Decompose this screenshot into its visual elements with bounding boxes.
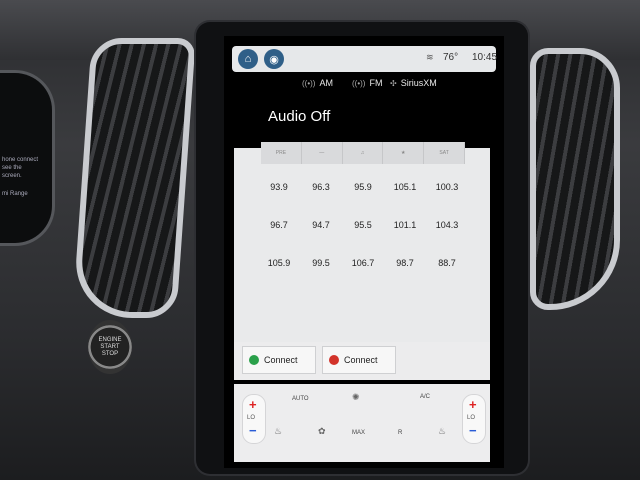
cluster-text: mi Range (2, 191, 28, 197)
plus-icon[interactable]: + (249, 397, 257, 412)
preset-station-button[interactable]: 98.7 (384, 252, 426, 274)
preset-station-button[interactable]: 88.7 (426, 252, 468, 274)
left-air-vent (72, 38, 196, 318)
radio-signal-icon: ((•)) (302, 78, 316, 88)
engine-label: ENGINE (98, 336, 122, 343)
preset-station-button[interactable]: 99.5 (300, 252, 342, 274)
source-label: SiriusXM (400, 78, 437, 88)
preset-station-button[interactable]: 96.7 (258, 214, 300, 236)
source-fm-button[interactable]: ((•)) FM (352, 78, 382, 88)
preset-station-button[interactable]: 105.9 (258, 252, 300, 274)
preset-tab[interactable]: SAT (424, 142, 465, 164)
connect-label: Connect (344, 355, 378, 365)
apps-button[interactable]: ◉ (264, 49, 284, 69)
preset-tab[interactable]: PRE (261, 142, 302, 164)
home-icon: ⌂ (244, 53, 252, 65)
source-label: AM (319, 78, 333, 88)
preset-tabs: PRE — ♫ ★ SAT (261, 142, 465, 164)
driver-temp-control[interactable]: + LO − (242, 394, 266, 444)
preset-tab[interactable]: — (302, 142, 343, 164)
minus-icon[interactable]: − (249, 423, 257, 438)
preset-tab[interactable]: ★ (383, 142, 425, 164)
heated-seat-icon[interactable]: ♨ (438, 426, 446, 437)
fan-direction-icon[interactable]: ✺ (352, 392, 360, 403)
preset-tab[interactable]: ♫ (343, 142, 384, 164)
connect-label: Connect (264, 355, 298, 365)
signal-icon: ≋ (426, 52, 434, 62)
engine-label: START (100, 343, 120, 350)
engine-label: STOP (101, 350, 119, 357)
source-siriusxm-button[interactable]: ✣ SiriusXM (390, 78, 437, 88)
passenger-temp-value: LO (467, 415, 476, 421)
passenger-temp-control[interactable]: + LO − (462, 394, 486, 444)
preset-station-button[interactable]: 106.7 (342, 252, 384, 274)
preset-station-button[interactable]: 101.1 (384, 214, 426, 236)
audio-status-title: Audio Off (268, 108, 331, 125)
status-bar: ⌂ ◉ ≋ 76° 10:45 (232, 46, 498, 72)
climate-bar: + LO − AUTO ✺ A/C ♨ ✿ MAX R ♨ + LO − (234, 384, 490, 462)
ac-button[interactable]: A/C (420, 394, 430, 400)
right-air-vent (530, 48, 620, 310)
fan-icon[interactable]: ✿ (318, 426, 326, 437)
preset-grid: 93.9 96.3 95.9 105.1 100.3 96.7 94.7 95.… (258, 176, 468, 274)
phone-icon (249, 355, 259, 365)
preset-station-button[interactable]: 104.3 (426, 214, 468, 236)
driver-temp-value: LO (247, 415, 256, 421)
source-am-button[interactable]: ((•)) AM (302, 78, 333, 88)
cluster-text: see the (2, 165, 22, 171)
audio-source-bar: ((•)) AM ((•)) FM ✣ SiriusXM (224, 78, 504, 98)
infotainment-screen: ⌂ ◉ ≋ 76° 10:45 ((•)) AM ((•)) FM ✣ Siri… (224, 36, 504, 468)
connect-phone-button[interactable]: Connect (322, 346, 396, 374)
connect-phone-button[interactable]: Connect (242, 346, 316, 374)
auto-button[interactable]: AUTO (292, 396, 309, 402)
outside-temperature: 76° (443, 52, 459, 63)
preset-station-button[interactable]: 93.9 (258, 176, 300, 198)
home-button[interactable]: ⌂ (238, 49, 258, 69)
recirculation-button[interactable]: R (398, 430, 402, 436)
siriusxm-icon: ✣ (390, 78, 397, 88)
plus-icon[interactable]: + (469, 397, 477, 412)
source-label: FM (369, 78, 383, 88)
preset-station-button[interactable]: 95.9 (342, 176, 384, 198)
preset-station-button[interactable]: 96.3 (300, 176, 342, 198)
preset-station-button[interactable]: 94.7 (300, 214, 342, 236)
heated-seat-icon[interactable]: ♨ (274, 426, 282, 437)
preset-station-button[interactable]: 95.5 (342, 214, 384, 236)
max-defrost-button[interactable]: MAX (352, 430, 365, 436)
preset-station-button[interactable]: 105.1 (384, 176, 426, 198)
phone-connect-row: Connect Connect (234, 342, 490, 380)
cluster-text: hone connect (2, 157, 39, 163)
apps-icon: ◉ (269, 53, 279, 66)
radio-signal-icon: ((•)) (352, 78, 366, 88)
phone-icon (329, 355, 339, 365)
instrument-cluster: hone connect see the screen. mi Range (0, 70, 55, 246)
cluster-text: screen. (2, 173, 22, 179)
preset-station-button[interactable]: 100.3 (426, 176, 468, 198)
minus-icon[interactable]: − (469, 423, 477, 438)
clock: 10:45 (472, 52, 498, 63)
engine-start-stop-button[interactable]: ENGINE START STOP (88, 320, 132, 374)
